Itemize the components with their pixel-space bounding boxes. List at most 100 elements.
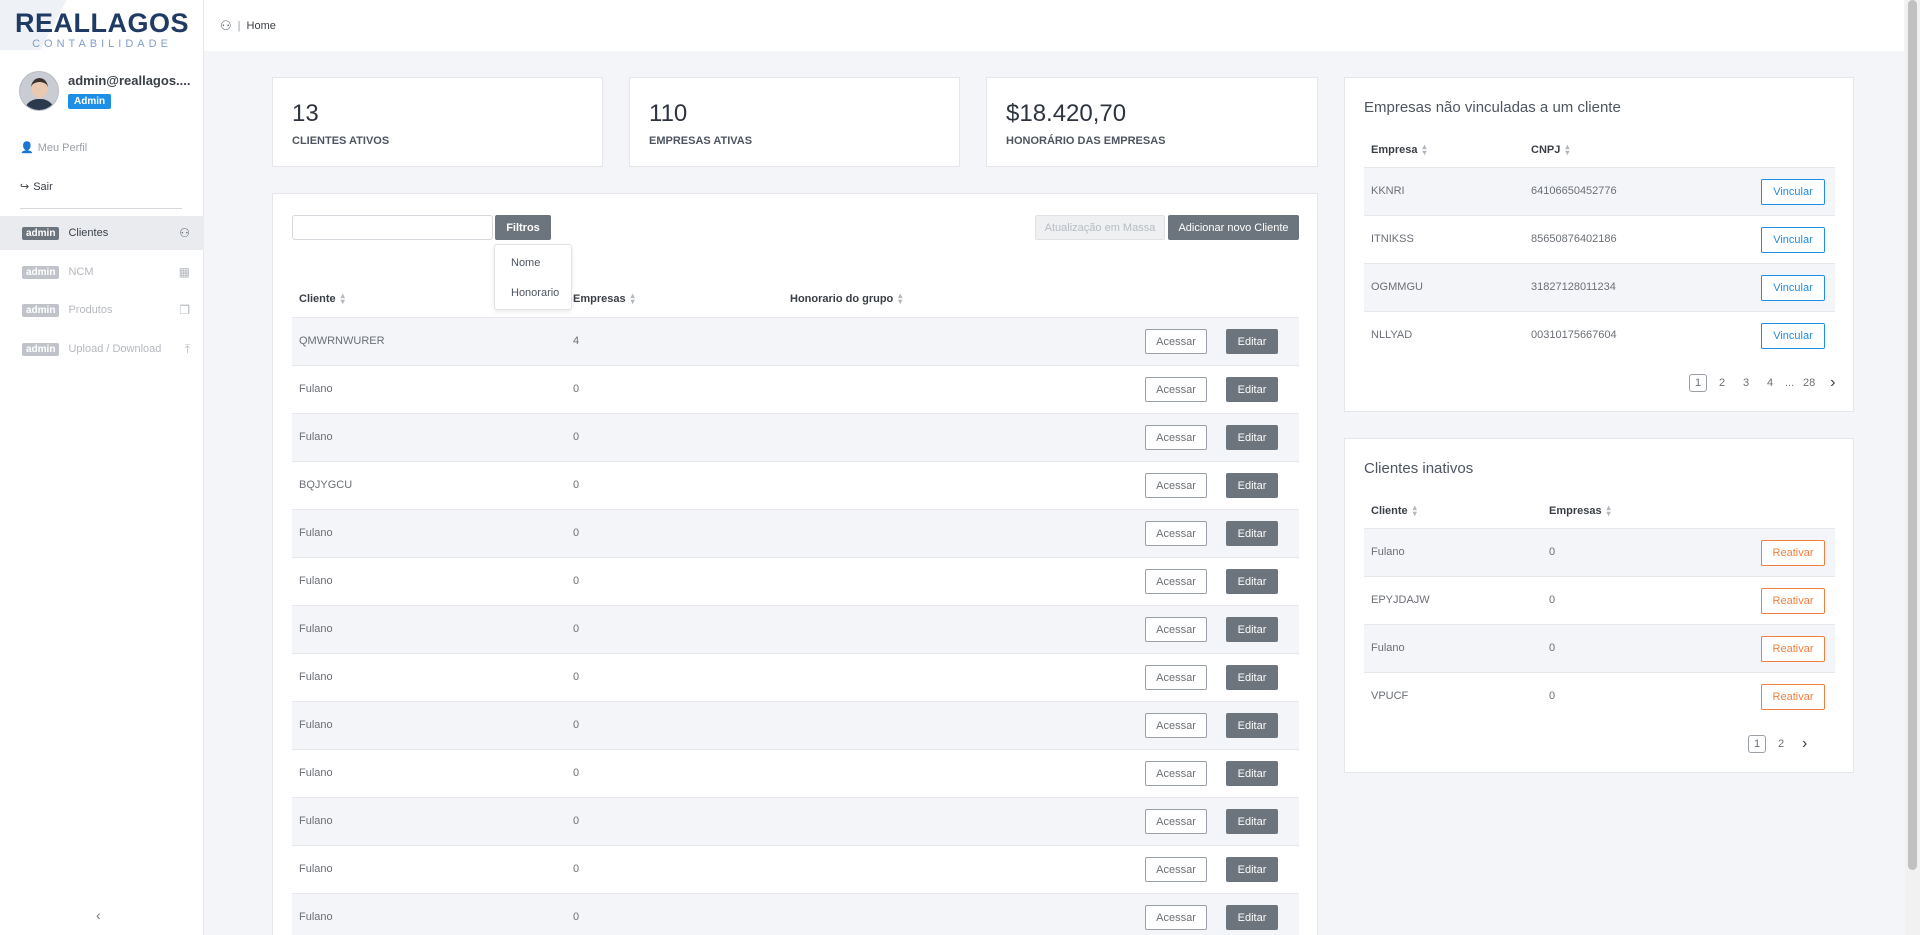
edit-button[interactable]: Editar bbox=[1226, 329, 1278, 354]
add-client-button[interactable]: Adicionar novo Cliente bbox=[1168, 215, 1299, 240]
client-name: Fulano bbox=[299, 623, 333, 635]
company-name: OGMMGU bbox=[1371, 281, 1423, 293]
table-row: Fulano 0 Acessar Editar bbox=[292, 701, 1299, 749]
reactivate-button[interactable]: Reativar bbox=[1761, 636, 1825, 662]
sidebar-item-label: Upload / Download bbox=[68, 343, 162, 355]
table-row: Fulano 0 Acessar Editar bbox=[292, 557, 1299, 605]
sidebar-item-label: NCM bbox=[68, 266, 94, 278]
page-link[interactable]: 4 bbox=[1761, 374, 1779, 392]
logo[interactable]: REALLAGOS CONTABILIDADE bbox=[0, 0, 204, 50]
page-link[interactable]: 3 bbox=[1737, 374, 1755, 392]
next-page-icon[interactable]: › bbox=[1830, 374, 1835, 392]
breadcrumb-separator: | bbox=[237, 19, 241, 32]
edit-button[interactable]: Editar bbox=[1226, 425, 1278, 450]
column-header-empresas[interactable]: Empresas ▴ ▾ bbox=[573, 292, 635, 306]
company-cnpj: 31827128011234 bbox=[1531, 281, 1616, 293]
column-header-cliente[interactable]: Cliente ▴ ▾ bbox=[299, 292, 345, 306]
stat-card-fees: $18.420,70 HONORÁRIO DAS EMPRESAS bbox=[986, 77, 1318, 167]
page-link[interactable]: 1 bbox=[1748, 735, 1766, 753]
edit-button[interactable]: Editar bbox=[1226, 473, 1278, 498]
access-button[interactable]: Acessar bbox=[1145, 905, 1207, 930]
edit-button[interactable]: Editar bbox=[1226, 617, 1278, 642]
bulk-update-button[interactable]: Atualização em Massa bbox=[1035, 215, 1165, 240]
link-company-button[interactable]: Vincular bbox=[1761, 275, 1825, 301]
access-button[interactable]: Acessar bbox=[1145, 665, 1207, 690]
edit-button[interactable]: Editar bbox=[1226, 857, 1278, 882]
client-companies: 0 bbox=[1549, 594, 1556, 606]
reactivate-button[interactable]: Reativar bbox=[1761, 540, 1825, 566]
pagination-ellipsis: ... bbox=[1785, 377, 1795, 389]
access-button[interactable]: Acessar bbox=[1145, 473, 1207, 498]
table-row: KKNRI 64106650452776 Vincular bbox=[1364, 167, 1835, 215]
sort-icon: ▴ ▾ bbox=[1422, 142, 1427, 157]
table-row: NLLYAD 00310175667604 Vincular bbox=[1364, 311, 1835, 359]
filter-option-nome[interactable]: Nome bbox=[511, 257, 540, 269]
search-input[interactable] bbox=[292, 215, 493, 240]
avatar bbox=[19, 71, 59, 111]
column-header-empresas[interactable]: Empresas ▴ ▾ bbox=[1549, 504, 1611, 518]
table-row: Fulano 0 Acessar Editar bbox=[292, 893, 1299, 935]
page-link[interactable]: 2 bbox=[1772, 735, 1790, 753]
upload-icon: ⤒ bbox=[184, 341, 190, 356]
next-page-icon[interactable]: › bbox=[1802, 735, 1807, 753]
access-button[interactable]: Acessar bbox=[1145, 329, 1207, 354]
sidebar-item-clientes[interactable]: admin Clientes ⚇ bbox=[0, 216, 204, 250]
user-email: admin@reallagos.... bbox=[68, 73, 191, 88]
table-row: Fulano 0 Acessar Editar bbox=[292, 797, 1299, 845]
my-profile-link[interactable]: 👤 Meu Perfil bbox=[20, 141, 88, 155]
column-header-cliente[interactable]: Cliente ▴ ▾ bbox=[1371, 504, 1417, 518]
logout-link[interactable]: ↪ Sair bbox=[20, 180, 53, 194]
access-button[interactable]: Acessar bbox=[1145, 761, 1207, 786]
link-company-button[interactable]: Vincular bbox=[1761, 323, 1825, 349]
access-button[interactable]: Acessar bbox=[1145, 425, 1207, 450]
column-header-label: Empresas bbox=[1549, 505, 1602, 517]
scrollbar-thumb[interactable] bbox=[1908, 0, 1917, 870]
access-button[interactable]: Acessar bbox=[1145, 569, 1207, 594]
my-profile-label: Meu Perfil bbox=[37, 141, 88, 154]
column-header-empresa[interactable]: Empresa ▴ ▾ bbox=[1371, 142, 1427, 157]
access-button[interactable]: Acessar bbox=[1145, 617, 1207, 642]
table-row: VPUCF 0 Reativar bbox=[1364, 672, 1835, 720]
stat-label: EMPRESAS ATIVAS bbox=[649, 135, 753, 147]
reactivate-button[interactable]: Reativar bbox=[1761, 588, 1825, 614]
collapse-sidebar-button[interactable]: ‹ bbox=[96, 907, 101, 923]
sidebar-item-upload-download[interactable]: admin Upload / Download ⤒ bbox=[0, 332, 204, 366]
company-cnpj: 64106650452776 bbox=[1531, 185, 1617, 197]
edit-button[interactable]: Editar bbox=[1226, 569, 1278, 594]
user-icon: 👤 bbox=[20, 142, 34, 154]
client-companies: 4 bbox=[573, 335, 580, 347]
filter-option-honorario[interactable]: Honorario bbox=[511, 287, 559, 299]
access-button[interactable]: Acessar bbox=[1145, 521, 1207, 546]
page-scrollbar[interactable] bbox=[1905, 0, 1920, 935]
edit-button[interactable]: Editar bbox=[1226, 665, 1278, 690]
table-row: Fulano 0 Reativar bbox=[1364, 528, 1835, 576]
company-name: ITNIKSS bbox=[1371, 233, 1414, 245]
sidebar-item-ncm[interactable]: admin NCM ▦ bbox=[0, 255, 204, 289]
access-button[interactable]: Acessar bbox=[1145, 857, 1207, 882]
column-header-honorario[interactable]: Honorario do grupo ▴ ▾ bbox=[790, 292, 902, 306]
access-button[interactable]: Acessar bbox=[1145, 809, 1207, 834]
sidebar-item-produtos[interactable]: admin Produtos ❐ bbox=[0, 293, 204, 327]
breadcrumb-home[interactable]: Home bbox=[247, 20, 276, 32]
reactivate-button[interactable]: Reativar bbox=[1761, 684, 1825, 710]
edit-button[interactable]: Editar bbox=[1226, 809, 1278, 834]
edit-button[interactable]: Editar bbox=[1226, 905, 1278, 930]
edit-button[interactable]: Editar bbox=[1226, 761, 1278, 786]
client-companies: 0 bbox=[573, 815, 580, 827]
edit-button[interactable]: Editar bbox=[1226, 377, 1278, 402]
filters-button[interactable]: Filtros bbox=[495, 215, 551, 240]
link-company-button[interactable]: Vincular bbox=[1761, 227, 1825, 253]
page-link[interactable]: 1 bbox=[1689, 374, 1707, 392]
client-companies: 0 bbox=[573, 479, 580, 491]
pagination: 1 2 3 4... 28 › bbox=[1689, 374, 1836, 392]
edit-button[interactable]: Editar bbox=[1226, 521, 1278, 546]
edit-button[interactable]: Editar bbox=[1226, 713, 1278, 738]
link-company-button[interactable]: Vincular bbox=[1761, 179, 1825, 205]
client-name: QMWRNWURER bbox=[299, 335, 385, 347]
column-header-cnpj[interactable]: CNPJ ▴ ▾ bbox=[1531, 142, 1570, 157]
page-link[interactable]: 28 bbox=[1800, 374, 1818, 392]
sort-icon: ▴ ▾ bbox=[1565, 142, 1570, 157]
page-link[interactable]: 2 bbox=[1713, 374, 1731, 392]
access-button[interactable]: Acessar bbox=[1145, 377, 1207, 402]
access-button[interactable]: Acessar bbox=[1145, 713, 1207, 738]
